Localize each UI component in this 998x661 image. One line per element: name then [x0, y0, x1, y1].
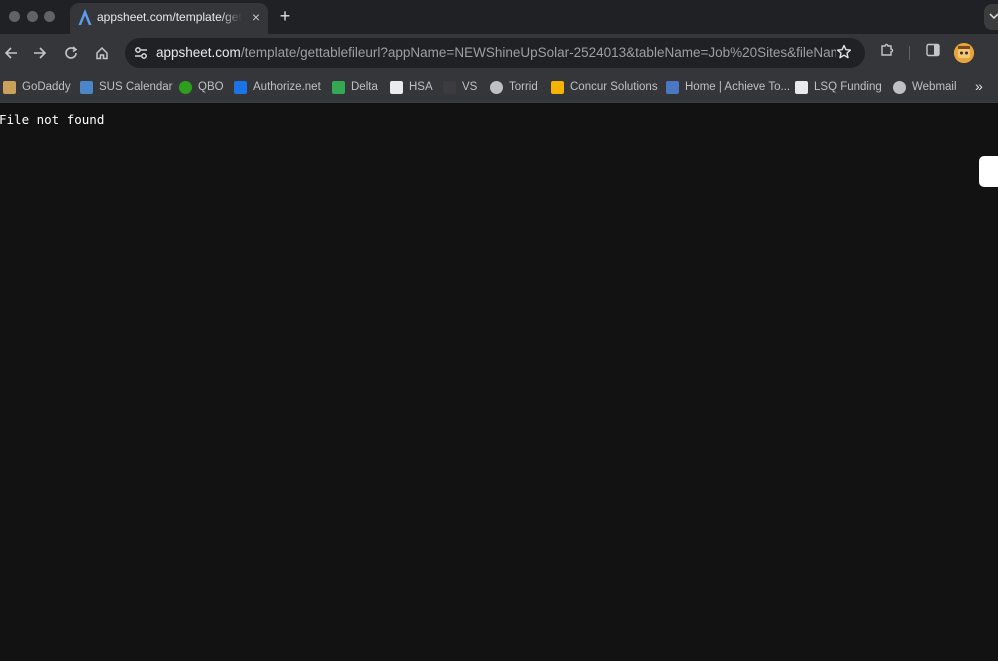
bookmark-label: Home | Achieve To...	[685, 81, 791, 93]
hsa-icon	[390, 80, 403, 94]
calendar-icon	[80, 80, 93, 94]
bookmark-item[interactable]: GoDaddy	[3, 78, 71, 96]
bookmark-label: Concur Solutions	[570, 81, 658, 93]
bookmark-item[interactable]: Delta	[332, 78, 378, 96]
bookmark-item[interactable]: LSQ Funding	[795, 78, 882, 96]
bookmark-item[interactable]: Torrid	[490, 78, 538, 96]
url-host: appsheet.com	[156, 45, 241, 60]
window-close-button[interactable]	[9, 11, 20, 22]
bookmark-item[interactable]: QBO	[179, 78, 224, 96]
bookmark-star-icon[interactable]	[836, 44, 852, 60]
error-message: File not found	[0, 112, 105, 127]
url-text[interactable]: appsheet.com/template/gettablefileurl?ap…	[156, 45, 836, 60]
url-path: /template/gettablefileurl?appName=NEWShi…	[240, 45, 836, 60]
globe-icon	[490, 80, 503, 94]
toolbar-divider	[909, 46, 910, 60]
authorize-icon	[234, 80, 247, 94]
tab-strip: appsheet.com/template/gettablefileurl × …	[0, 0, 998, 34]
tab-title: appsheet.com/template/gettablefileurl	[97, 10, 242, 24]
home-button[interactable]	[91, 42, 113, 64]
side-panel-icon[interactable]	[925, 42, 941, 58]
arrow-left-icon	[4, 47, 17, 59]
bookmark-label: QBO	[198, 81, 224, 93]
bookmark-item[interactable]: Concur Solutions	[551, 78, 658, 96]
more-bookmarks-button[interactable]: »	[975, 78, 983, 94]
bookmark-label: SUS Calendar	[99, 81, 173, 93]
bookmark-item[interactable]: HSA	[390, 78, 433, 96]
side-panel-tab[interactable]	[979, 156, 998, 187]
vs-icon	[443, 80, 456, 94]
site-info-icon[interactable]	[133, 45, 149, 61]
bookmark-item[interactable]: SUS Calendar	[80, 78, 173, 96]
new-tab-button[interactable]: +	[276, 6, 294, 26]
bookmark-label: Authorize.net	[253, 81, 321, 93]
bookmark-label: VS	[462, 81, 478, 93]
reload-icon	[65, 46, 78, 59]
arrow-right-icon	[34, 47, 47, 59]
tab-close-icon[interactable]: ×	[248, 9, 264, 25]
chevron-down-icon	[989, 13, 998, 19]
browser-toolbar: appsheet.com/template/gettablefileurl?ap…	[0, 34, 998, 72]
tab-active[interactable]: appsheet.com/template/gettablefileurl ×	[70, 3, 268, 34]
address-bar[interactable]: appsheet.com/template/gettablefileurl?ap…	[125, 38, 865, 68]
profile-avatar[interactable]	[954, 43, 974, 63]
window-minimize-button[interactable]	[27, 11, 38, 22]
home-icon	[96, 46, 108, 60]
godaddy-icon	[3, 80, 16, 94]
bookmark-label: HSA	[409, 81, 433, 93]
bookmark-item[interactable]: Home | Achieve To...	[666, 78, 790, 96]
bookmark-label: LSQ Funding	[814, 81, 882, 93]
globe-icon	[893, 80, 906, 94]
bookmark-item[interactable]: Authorize.net	[234, 78, 321, 96]
bookmark-label: Delta	[351, 81, 378, 93]
achieve-icon	[666, 80, 679, 94]
bookmarks-bar: GoDaddy SUS Calendar QBO Authorize.net Delta…	[0, 72, 998, 103]
forward-button[interactable]	[29, 42, 51, 64]
bookmark-item[interactable]: VS	[443, 78, 477, 96]
back-button[interactable]	[0, 42, 22, 64]
bookmark-label: GoDaddy	[22, 81, 71, 93]
profile-avatar-icon	[954, 43, 974, 63]
tab-search-button[interactable]	[984, 4, 998, 30]
reload-button[interactable]	[60, 42, 82, 64]
delta-icon	[332, 80, 345, 94]
window-zoom-button[interactable]	[44, 11, 55, 22]
bookmark-item[interactable]: Webmail	[893, 78, 957, 96]
qbo-icon	[179, 80, 192, 94]
extensions-puzzle-icon[interactable]	[879, 42, 895, 58]
lsq-icon	[795, 80, 808, 94]
bookmark-label: Webmail	[912, 81, 957, 93]
bookmark-label: Torrid	[509, 81, 538, 93]
page-content: File not found	[0, 103, 998, 661]
concur-icon	[551, 80, 564, 94]
appsheet-icon	[78, 9, 92, 25]
